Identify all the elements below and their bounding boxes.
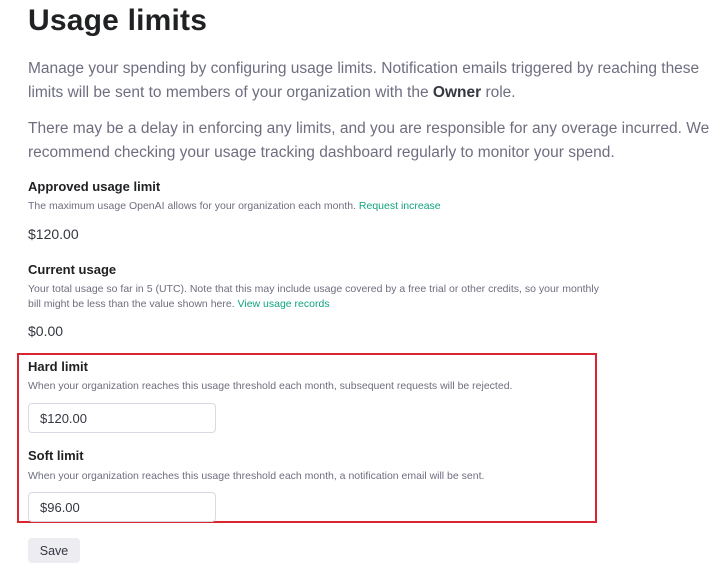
approved-limit-heading: Approved usage limit xyxy=(28,179,161,194)
save-button[interactable]: Save xyxy=(28,538,80,563)
intro-paragraph-1: Manage your spending by configuring usag… xyxy=(28,57,718,105)
hard-limit-heading: Hard limit xyxy=(28,359,88,374)
current-usage-value: $0.00 xyxy=(28,323,64,339)
owner-role-text: Owner xyxy=(432,84,482,101)
intro-paragraph-2: There may be a delay in enforcing any li… xyxy=(28,120,710,161)
request-increase-link[interactable]: Request increase xyxy=(359,200,441,212)
intro-text-start: Manage your spending by configuring usag… xyxy=(28,60,700,101)
usage-limits-page: Usage limits Manage your spending by con… xyxy=(0,0,723,563)
intro-text-end: role. xyxy=(481,84,516,101)
hard-limit-description: When your organization reaches this usag… xyxy=(28,380,513,392)
soft-limit-description: When your organization reaches this usag… xyxy=(28,470,485,482)
soft-limit-heading: Soft limit xyxy=(28,448,84,463)
approved-limit-value: $120.00 xyxy=(28,226,79,242)
hard-limit-input[interactable] xyxy=(28,403,216,433)
page-title: Usage limits xyxy=(28,4,208,37)
view-usage-records-link[interactable]: View usage records xyxy=(238,298,330,310)
approved-limit-description: The maximum usage OpenAI allows for your… xyxy=(28,199,608,214)
current-usage-description: Your total usage so far in 5 (UTC). Note… xyxy=(28,282,608,312)
soft-limit-input[interactable] xyxy=(28,492,216,522)
current-usage-heading: Current usage xyxy=(28,262,117,277)
approved-limit-description-text: The maximum usage OpenAI allows for your… xyxy=(28,200,359,212)
